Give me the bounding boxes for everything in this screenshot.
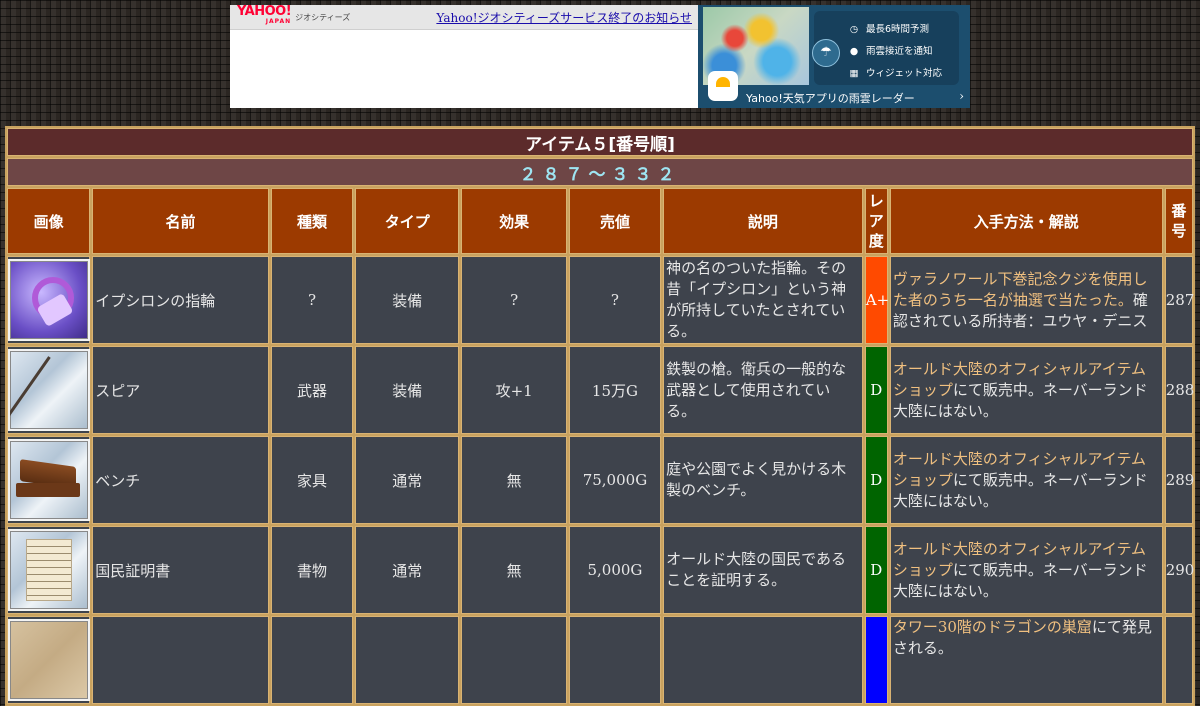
location-pin-icon: ● xyxy=(849,46,859,57)
item-number: 288 xyxy=(1164,346,1194,434)
item-effect: 無 xyxy=(461,526,567,614)
feature-widget: ▦ ウィジェット対応 xyxy=(849,68,943,79)
table-row: スピア 武器 装備 攻+1 15万G 鉄製の槍。衛兵の一般的な武器として使用され… xyxy=(7,346,1194,434)
item-price xyxy=(568,616,662,704)
item-effect: 無 xyxy=(461,436,567,524)
table-row: 国民証明書 書物 通常 無 5,000G オールド大陸の国民であることを証明する… xyxy=(7,526,1194,614)
header-effect: 効果 xyxy=(461,188,567,254)
item-number xyxy=(1164,616,1193,704)
item-type: 通常 xyxy=(355,526,460,614)
weather-app-ad[interactable]: ☂ ◷ 最長6時間予測 ● 雨雲接近を通知 ▦ ウィジェット対応 Yahoo!天気アプ… xyxy=(698,5,970,108)
item-number: 290 xyxy=(1164,526,1194,614)
clock-icon: ◷ xyxy=(849,24,859,35)
item-kind: 書物 xyxy=(270,526,354,614)
yahoo-logo[interactable]: YAHOO! JAPAN xyxy=(237,5,292,27)
item-kind: 家具 xyxy=(270,436,354,524)
header-number: 番号 xyxy=(1164,188,1193,254)
item-description: 庭や公園でよく見かける木製のベンチ。 xyxy=(663,436,863,524)
header-description: 説明 xyxy=(663,188,863,254)
item-table: アイテム５[番号順] ２８７～３３２ 画像 名前 種類 タイプ 効果 売値 説明… xyxy=(5,126,1195,706)
table-title: アイテム５[番号順] xyxy=(7,128,1193,156)
item-type: 通常 xyxy=(355,436,460,524)
item-obtain: ヴァラノワール下巻記念クジを使用した者のうち一名が抽選で当たった。確認されている… xyxy=(889,256,1163,344)
item-obtain: オールド大陸のオフィシャルアイテムショップにて販売中。ネーバーランド大陸にはない… xyxy=(889,436,1163,524)
item-description xyxy=(663,616,863,704)
item-name: スピア xyxy=(92,346,269,434)
item-rarity: D xyxy=(864,526,888,614)
item-number: 289 xyxy=(1164,436,1194,524)
item-obtain: オールド大陸のオフィシャルアイテムショップにて販売中。ネーバーランド大陸にはない… xyxy=(889,346,1163,434)
item-rarity: D xyxy=(864,436,888,524)
header-obtain: 入手方法・解説 xyxy=(889,188,1163,254)
item-price: 15万G xyxy=(568,346,662,434)
item-image-cell xyxy=(7,526,91,614)
item-name: ベンチ xyxy=(92,436,269,524)
table-row: タワー30階のドラゴンの巣窟にて発見される。 xyxy=(7,616,1193,704)
item-name: 国民証明書 xyxy=(92,526,269,614)
certificate-image xyxy=(8,529,90,611)
item-type: 装備 xyxy=(355,346,460,434)
obtain-highlight: タワー30階のドラゴンの巣窟 xyxy=(892,618,1092,636)
header-name: 名前 xyxy=(92,188,269,254)
item-image xyxy=(8,619,90,701)
geocities-label: ジオシティーズ xyxy=(295,12,351,22)
header-image: 画像 xyxy=(7,188,91,254)
item-description: 神の名のついた指輪。その昔「イプシロン」という神が所持していたとされている。 xyxy=(663,256,863,344)
item-description: オールド大陸の国民であることを証明する。 xyxy=(663,526,863,614)
table-range: ２８７～３３２ xyxy=(7,158,1193,186)
item-image-cell xyxy=(7,256,91,344)
item-price: 75,000G xyxy=(568,436,662,524)
item-effect: ? xyxy=(461,256,567,344)
feature-forecast: ◷ 最長6時間予測 xyxy=(849,24,930,35)
rain-radar-cta[interactable]: Yahoo!天気アプリの雨雲レーダー xyxy=(746,90,915,106)
item-effect: 攻+1 xyxy=(461,346,567,434)
feature-list: ☂ ◷ 最長6時間予測 ● 雨雲接近を通知 ▦ ウィジェット対応 xyxy=(812,11,959,85)
widget-icon: ▦ xyxy=(849,68,859,79)
obtain-highlight: ヴァラノワール下巻記念クジを使用した者のうち一名が抽選で当たった。 xyxy=(892,269,1148,309)
item-image-cell xyxy=(7,616,91,704)
table-row: ベンチ 家具 通常 無 75,000G 庭や公園でよく見かける木製のベンチ。 D… xyxy=(7,436,1194,524)
item-type: 装備 xyxy=(355,256,460,344)
item-name xyxy=(92,616,269,704)
item-price: 5,000G xyxy=(568,526,662,614)
item-name: イプシロンの指輪 xyxy=(92,256,269,344)
item-price: ? xyxy=(568,256,662,344)
item-kind xyxy=(270,616,354,704)
notice-bar: YAHOO! JAPAN ジオシティーズ Yahoo!ジオシティーズサービス終了… xyxy=(230,5,698,30)
table-header-row: 画像 名前 種類 タイプ 効果 売値 説明 レア度 入手方法・解説 番号 xyxy=(7,188,1193,254)
spear-image xyxy=(8,349,90,431)
ring-image xyxy=(8,259,90,341)
bench-image xyxy=(8,439,90,521)
item-image-cell xyxy=(7,346,91,434)
header-kind: 種類 xyxy=(270,188,354,254)
geocities-ad-banner[interactable]: YAHOO! JAPAN ジオシティーズ Yahoo!ジオシティーズサービス終了… xyxy=(230,5,970,108)
item-kind: 武器 xyxy=(270,346,354,434)
chevron-right-icon[interactable]: › xyxy=(959,89,964,103)
header-type: タイプ xyxy=(355,188,460,254)
item-effect xyxy=(461,616,567,704)
item-obtain: タワー30階のドラゴンの巣窟にて発見される。 xyxy=(889,616,1163,704)
service-end-notice-link[interactable]: Yahoo!ジオシティーズサービス終了のお知らせ xyxy=(436,9,692,26)
table-title-row: アイテム５[番号順] xyxy=(7,128,1193,156)
item-table-wrapper: アイテム５[番号順] ２８７～３３２ 画像 名前 種類 タイプ 効果 売値 説明… xyxy=(5,126,1195,706)
item-obtain: オールド大陸のオフィシャルアイテムショップにて販売中。ネーバーランド大陸にはない… xyxy=(889,526,1163,614)
item-image-cell xyxy=(7,436,91,524)
rain-cloud-icon: ☂ xyxy=(812,39,840,67)
feature-notify: ● 雨雲接近を通知 xyxy=(849,46,933,57)
table-range-row: ２８７～３３２ xyxy=(7,158,1193,186)
header-price: 売値 xyxy=(568,188,662,254)
item-kind: ? xyxy=(270,256,354,344)
item-description: 鉄製の槍。衛兵の一般的な武器として使用されている。 xyxy=(663,346,863,434)
table-row: イプシロンの指輪 ? 装備 ? ? 神の名のついた指輪。その昔「イプシロン」とい… xyxy=(7,256,1194,344)
item-number: 287 xyxy=(1164,256,1194,344)
notice-panel: YAHOO! JAPAN ジオシティーズ Yahoo!ジオシティーズサービス終了… xyxy=(230,5,698,108)
item-rarity: A+ xyxy=(864,256,889,344)
item-rarity: D xyxy=(864,346,888,434)
header-rarity: レア度 xyxy=(864,188,888,254)
weather-app-icon xyxy=(708,71,738,101)
item-rarity xyxy=(864,616,888,704)
item-type xyxy=(355,616,460,704)
